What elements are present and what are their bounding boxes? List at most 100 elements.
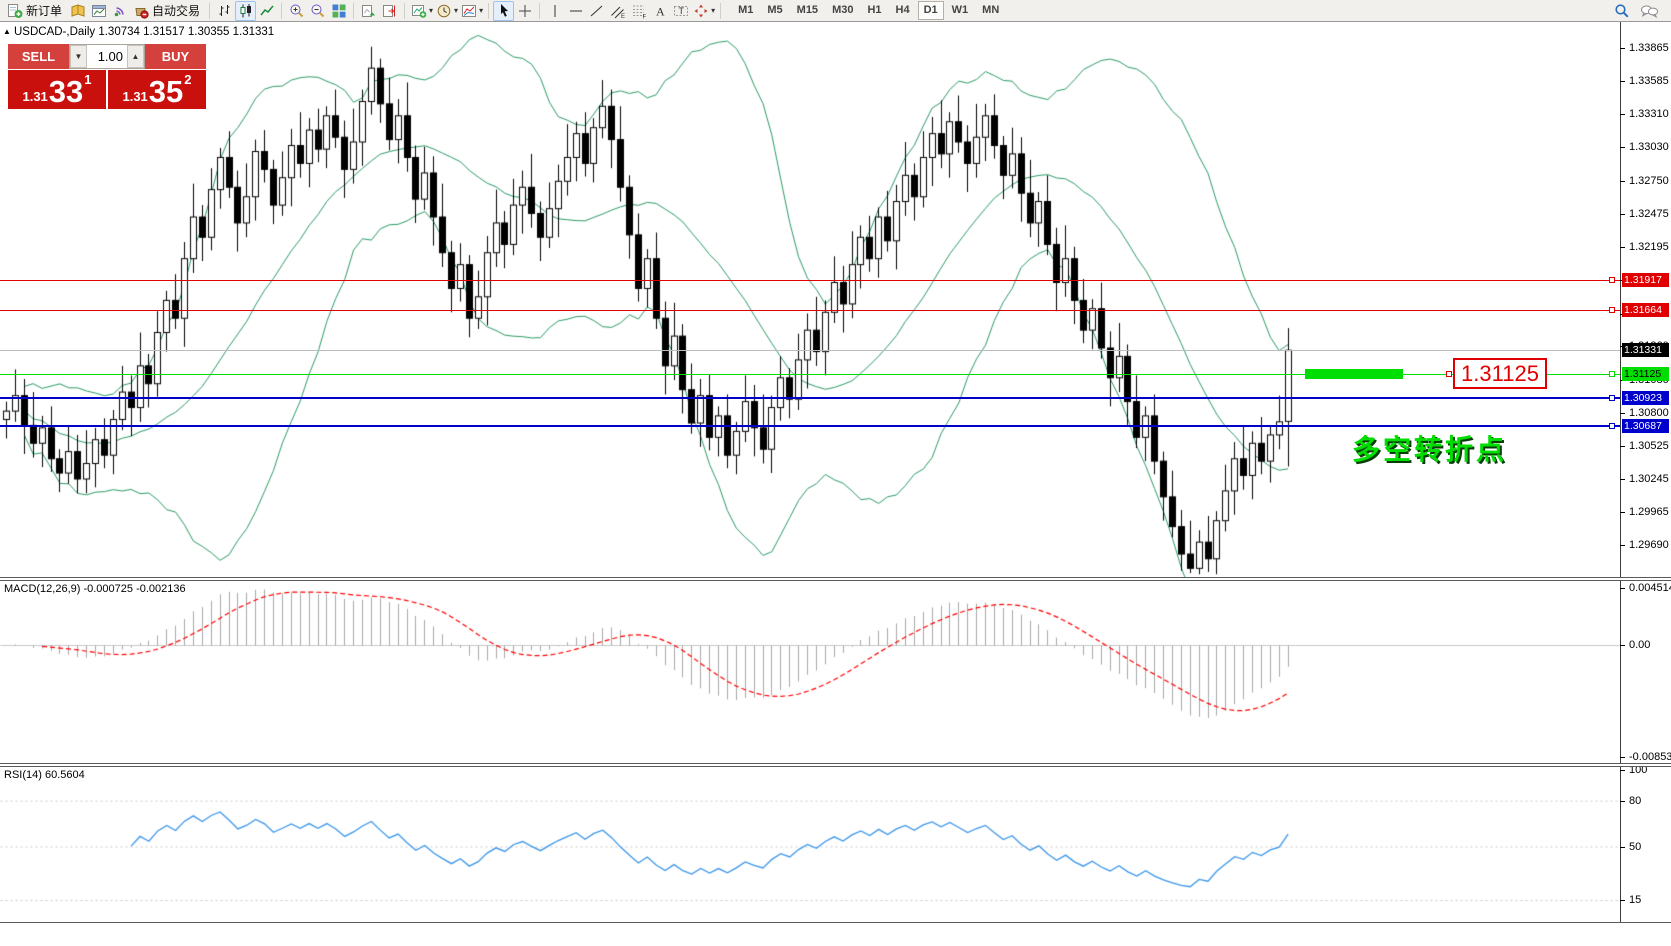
vertical-line-icon[interactable] xyxy=(544,1,565,21)
hline-1.31917[interactable] xyxy=(0,280,1620,281)
pane-splitter-rsi[interactable] xyxy=(0,763,1671,767)
auto-trading-icon[interactable] xyxy=(130,1,151,21)
cursor-icon[interactable] xyxy=(493,1,514,21)
timeframe-button-w1[interactable]: W1 xyxy=(946,1,975,20)
symbol-marker-icon: ▲ xyxy=(3,27,11,36)
buy-price-big: 35 xyxy=(149,76,183,107)
signal-icon[interactable] xyxy=(109,1,130,21)
crosshair-icon[interactable] xyxy=(514,1,535,21)
hline-1.30687[interactable] xyxy=(0,425,1620,427)
search-icon[interactable] xyxy=(1611,1,1632,21)
rsi-tick-mark xyxy=(1620,801,1625,802)
buy-price-small: 1.31 xyxy=(122,89,147,104)
price-tick-label: 1.33585 xyxy=(1629,75,1669,87)
chart-window-icon[interactable] xyxy=(88,1,109,21)
toolbar-separator xyxy=(404,3,405,19)
buy-button[interactable]: BUY xyxy=(145,44,206,69)
candlestick-chart-icon[interactable] xyxy=(235,1,256,21)
chart-title: USDCAD-,Daily 1.30734 1.31517 1.30355 1.… xyxy=(14,26,274,38)
text-icon[interactable]: A xyxy=(649,1,670,21)
price-label-object[interactable]: 1.31125 xyxy=(1453,358,1547,389)
timeframe-button-d1[interactable]: D1 xyxy=(918,1,944,20)
price-tick-mark xyxy=(1620,81,1625,82)
line-handle[interactable] xyxy=(1609,423,1615,429)
line-handle[interactable] xyxy=(1609,395,1615,401)
main-chart-canvas[interactable] xyxy=(0,22,1620,579)
timeframe-button-m30[interactable]: M30 xyxy=(826,1,859,20)
period-icon[interactable]: ▾ xyxy=(434,1,459,21)
svg-text:A: A xyxy=(656,4,665,18)
tile-windows-icon[interactable] xyxy=(328,1,349,21)
price-tick-mark xyxy=(1620,181,1625,182)
chart-shift-icon[interactable] xyxy=(379,1,400,21)
price-tick-label: 1.30245 xyxy=(1629,473,1669,485)
price-tag-1.31125: 1.31125 xyxy=(1622,367,1669,381)
rsi-axis-label: 80 xyxy=(1629,795,1641,807)
rsi-axis-label: 15 xyxy=(1629,894,1641,906)
sell-price-big: 33 xyxy=(49,76,83,107)
buy-price[interactable]: 1.31 35 2 xyxy=(108,70,206,109)
price-tag-1.31664: 1.31664 xyxy=(1622,303,1669,317)
auto-scroll-icon[interactable] xyxy=(358,1,379,21)
sell-button[interactable]: SELL xyxy=(8,44,69,69)
volume-input[interactable] xyxy=(87,45,127,68)
price-tick-label: 1.29965 xyxy=(1629,506,1669,518)
profile-icon[interactable] xyxy=(67,1,88,21)
new-order-icon[interactable] xyxy=(4,1,25,21)
timeframe-button-m15[interactable]: M15 xyxy=(791,1,824,20)
svg-text:E: E xyxy=(621,14,625,19)
macd-tick-mark xyxy=(1620,757,1625,758)
one-click-trading-panel: SELL ▼ ▲ BUY 1.31 33 1 1.31 35 2 xyxy=(8,44,206,109)
line-handle[interactable] xyxy=(1609,307,1615,313)
price-tick-mark xyxy=(1620,545,1625,546)
arrows-icon[interactable]: ▾ xyxy=(691,1,716,21)
macd-axis-label: -0.008533 xyxy=(1629,751,1671,763)
chat-icon[interactable] xyxy=(1638,1,1661,21)
trendline-icon[interactable] xyxy=(586,1,607,21)
sell-price[interactable]: 1.31 33 1 xyxy=(8,70,106,109)
timeframe-button-h1[interactable]: H1 xyxy=(861,1,887,20)
timeframe-button-h4[interactable]: H4 xyxy=(890,1,916,20)
hline-1.30923[interactable] xyxy=(0,397,1620,399)
svg-text:F: F xyxy=(642,14,646,19)
hline-1.31664[interactable] xyxy=(0,310,1620,311)
timeframe-button-m5[interactable]: M5 xyxy=(761,1,788,20)
rsi-axis-label: 50 xyxy=(1629,841,1641,853)
macd-canvas[interactable] xyxy=(0,581,1620,764)
sell-price-small: 1.31 xyxy=(22,89,47,104)
macd-axis-label: 0.00 xyxy=(1629,639,1650,651)
volume-decrease-button[interactable]: ▼ xyxy=(70,45,87,68)
price-tag-1.30923: 1.30923 xyxy=(1622,391,1669,405)
auto-trading-label[interactable]: 自动交易 xyxy=(152,2,200,19)
price-tick-label: 1.32750 xyxy=(1629,175,1669,187)
fibonacci-icon[interactable]: F xyxy=(628,1,649,21)
turning-point-note[interactable]: 多空转折点 xyxy=(1352,428,1507,468)
template-icon[interactable]: ▾ xyxy=(459,1,484,21)
line-handle[interactable] xyxy=(1446,371,1452,377)
line-chart-icon[interactable] xyxy=(256,1,277,21)
toolbar-items: 新订单自动交易▾▾▾EFAT▾ xyxy=(4,1,725,21)
hline-highlight-segment[interactable] xyxy=(1305,369,1403,379)
price-tick-mark xyxy=(1620,479,1625,480)
hline-1.31331[interactable] xyxy=(0,350,1620,351)
volume-increase-button[interactable]: ▲ xyxy=(127,45,144,68)
toolbar-separator xyxy=(488,3,489,19)
text-label-icon[interactable]: T xyxy=(670,1,691,21)
price-tick-label: 1.33030 xyxy=(1629,141,1669,153)
bar-chart-icon[interactable] xyxy=(214,1,235,21)
line-handle[interactable] xyxy=(1609,371,1615,377)
line-handle[interactable] xyxy=(1609,277,1615,283)
new-chart-icon[interactable]: ▾ xyxy=(409,1,434,21)
price-tick-label: 1.30800 xyxy=(1629,407,1669,419)
price-tag-1.31917: 1.31917 xyxy=(1622,273,1669,287)
zoom-out-icon[interactable] xyxy=(307,1,328,21)
macd-label: MACD(12,26,9) -0.000725 -0.002136 xyxy=(4,583,186,595)
new-order-label[interactable]: 新订单 xyxy=(26,2,62,19)
zoom-in-icon[interactable] xyxy=(286,1,307,21)
timeframe-button-m1[interactable]: M1 xyxy=(732,1,759,20)
channel-icon[interactable]: E xyxy=(607,1,628,21)
timeframe-button-mn[interactable]: MN xyxy=(976,1,1005,20)
rsi-canvas[interactable] xyxy=(0,768,1620,922)
horizontal-line-icon[interactable] xyxy=(565,1,586,21)
pane-splitter-macd[interactable] xyxy=(0,577,1671,581)
